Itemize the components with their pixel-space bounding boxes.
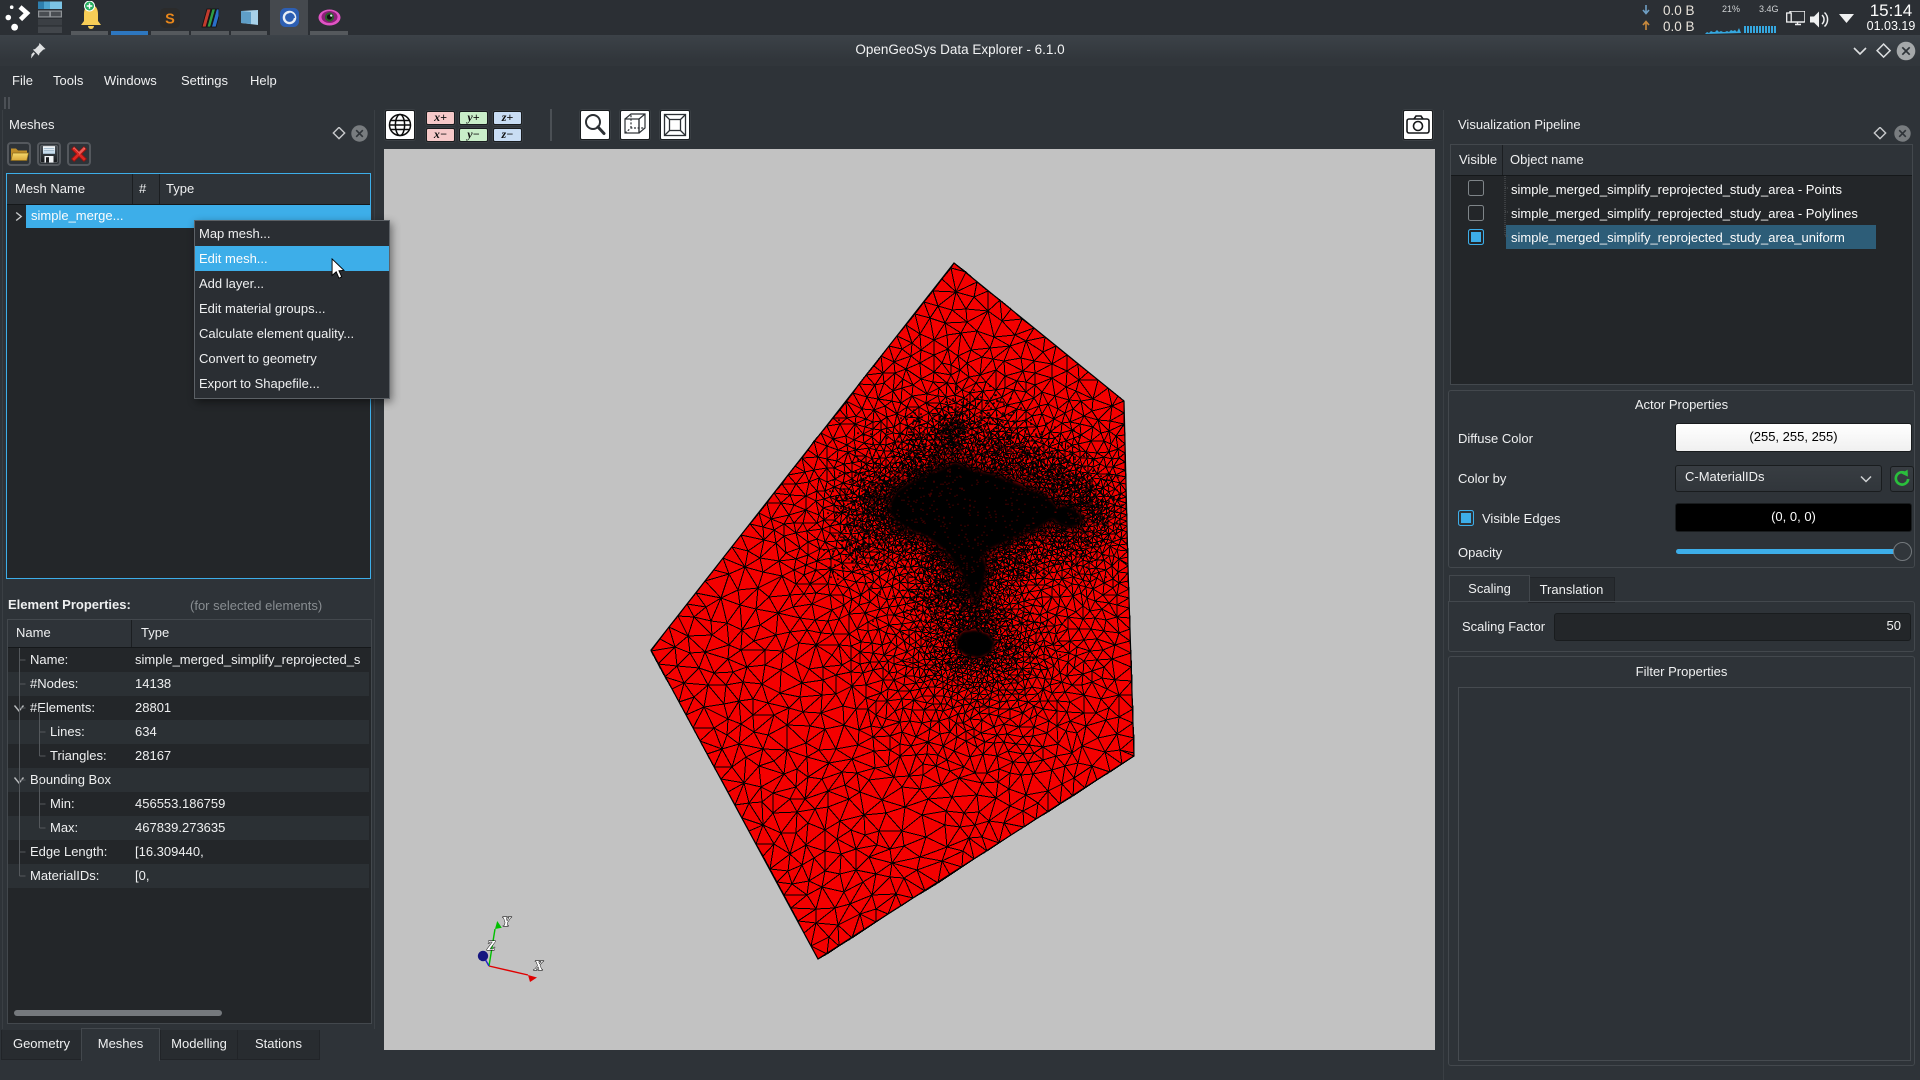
svg-text:Y: Y bbox=[502, 915, 512, 930]
svg-text:Z: Z bbox=[486, 939, 496, 954]
svg-text:0.0 B: 0.0 B bbox=[1663, 3, 1695, 18]
svg-text:S: S bbox=[165, 12, 175, 28]
svg-text:0.0 B: 0.0 B bbox=[1663, 19, 1695, 33]
svg-text:X: X bbox=[533, 959, 544, 974]
